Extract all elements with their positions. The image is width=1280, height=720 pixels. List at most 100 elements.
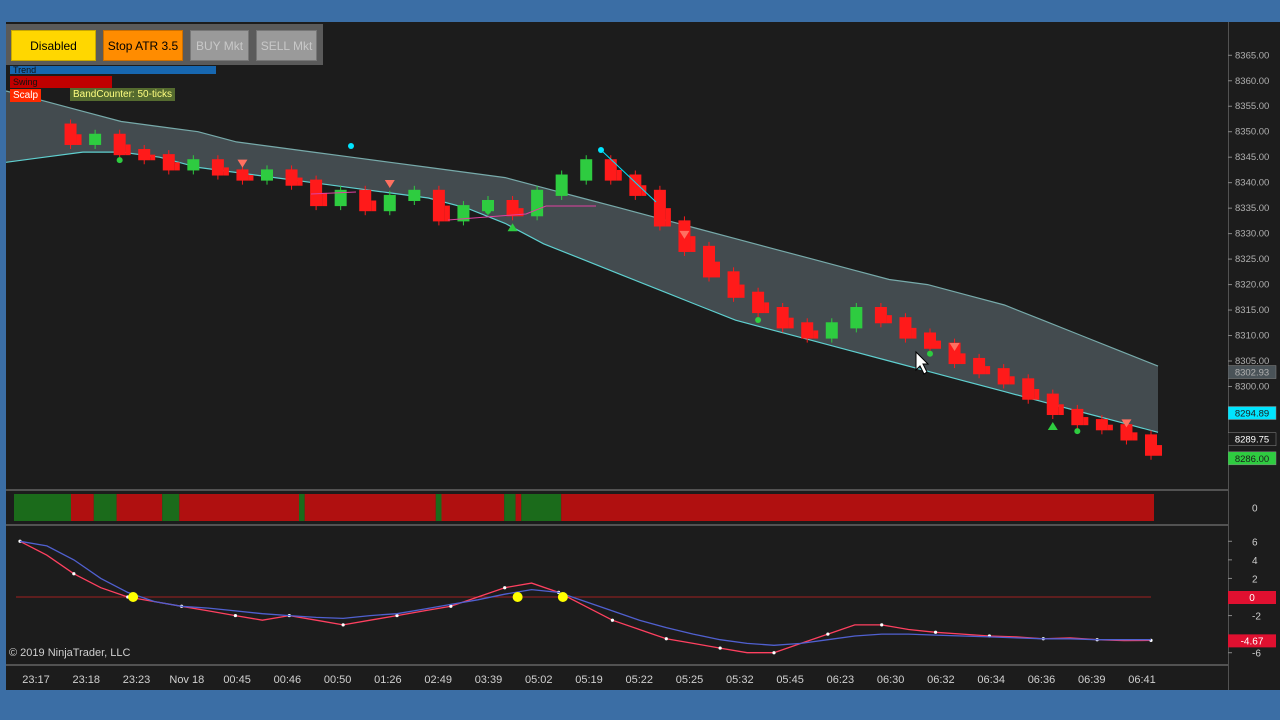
dot-marker bbox=[755, 317, 762, 324]
dot-marker bbox=[927, 350, 933, 357]
candle-bar bbox=[223, 167, 229, 176]
candle-bar bbox=[89, 133, 102, 145]
candle-bar bbox=[997, 368, 1010, 385]
candle-bar bbox=[629, 174, 642, 196]
oscillator-dot bbox=[503, 586, 507, 590]
scalp-legend: Scalp bbox=[10, 89, 42, 102]
candle-bar bbox=[727, 271, 740, 298]
candle-bar bbox=[580, 159, 593, 181]
candle-bar bbox=[985, 366, 991, 375]
candle-bar bbox=[383, 194, 396, 212]
oscillator-dot bbox=[341, 623, 345, 627]
candle-bar bbox=[776, 306, 789, 329]
candle-bar bbox=[960, 353, 966, 365]
strip-zero-label: 0 bbox=[1252, 504, 1258, 515]
time-axis-label: 23:18 bbox=[73, 674, 101, 686]
candle-bar bbox=[371, 200, 377, 212]
chart-svg[interactable]: 23:17 23:18 23:23 Nov 18 00:45 00:46 00:50 01:2… bbox=[6, 22, 1228, 690]
buy-market-button[interactable]: BUY Mkt bbox=[190, 30, 249, 61]
price-tick-label: 8330.00 bbox=[1235, 229, 1269, 240]
time-axis-label: 05:22 bbox=[626, 674, 654, 686]
candle-bar bbox=[1157, 445, 1162, 456]
candle-bar bbox=[1083, 417, 1089, 426]
candle-bar bbox=[690, 236, 696, 252]
candle-bar bbox=[248, 175, 254, 181]
oscillator-dot bbox=[718, 646, 722, 650]
trend-strip-segment bbox=[304, 494, 436, 521]
time-axis-label: 05:25 bbox=[676, 674, 704, 686]
band-counter-label: BandCounter: 50-ticks bbox=[70, 88, 175, 101]
candle-bar bbox=[616, 169, 622, 181]
oscillator-dot bbox=[826, 632, 830, 636]
chart-canvas[interactable]: 23:17 23:18 23:23 Nov 18 00:45 00:46 00:50 01:2… bbox=[6, 22, 1228, 690]
time-axis-label: 06:32 bbox=[927, 674, 955, 686]
swing-legend: Swing bbox=[10, 76, 112, 88]
price-tick-label: 8365.00 bbox=[1235, 50, 1269, 61]
oscillator-dot bbox=[610, 618, 615, 622]
candle-bar bbox=[518, 208, 524, 217]
dot-marker bbox=[1074, 428, 1081, 435]
candle-bar bbox=[1071, 408, 1084, 426]
copyright-notice: © 2019 NinjaTrader, LLC bbox=[9, 647, 131, 659]
price-tick-label: 8335.00 bbox=[1235, 203, 1269, 214]
candle-bar bbox=[64, 123, 77, 145]
time-axis-label: 00:45 bbox=[223, 674, 251, 686]
price-tick-label: 8325.00 bbox=[1235, 254, 1269, 265]
candle-bar bbox=[899, 317, 912, 339]
last-price-label: 8302.93 bbox=[1235, 368, 1269, 379]
osc-value-label: -4.67 bbox=[1241, 636, 1264, 647]
candle-bar bbox=[322, 192, 328, 207]
time-axis-label: 23:17 bbox=[22, 674, 50, 686]
price-axis[interactable]: 8365.00 8360.00 8355.00 8350.00 8345.00 8340.… bbox=[1228, 22, 1280, 690]
trend-strip-segment bbox=[71, 494, 94, 521]
candle-bar bbox=[531, 189, 544, 217]
trend-strip-segment bbox=[561, 494, 1154, 521]
candle-bar bbox=[113, 133, 126, 156]
candle-bar bbox=[973, 357, 986, 375]
time-axis-label: 06:30 bbox=[877, 674, 905, 686]
time-axis-label: 05:32 bbox=[726, 674, 754, 686]
oscillator-dot bbox=[933, 630, 938, 634]
oscillator-dot bbox=[395, 613, 399, 618]
candle-bar bbox=[138, 149, 151, 161]
candle-bar bbox=[125, 144, 131, 156]
candle-bar bbox=[432, 189, 445, 222]
oscillator-dot bbox=[72, 572, 76, 576]
cross-marker bbox=[557, 592, 568, 602]
candle-bar bbox=[739, 284, 745, 298]
candle-bar bbox=[764, 302, 770, 314]
price-tick-label: 8345.00 bbox=[1235, 152, 1269, 163]
disabled-button[interactable]: Disabled bbox=[11, 30, 96, 61]
candle-bar bbox=[874, 306, 887, 324]
price-tick-label: 8300.00 bbox=[1235, 381, 1269, 392]
band-fill bbox=[6, 91, 1158, 433]
candle-bar bbox=[911, 327, 917, 339]
trend-strip-segment bbox=[299, 494, 305, 521]
candle-bar bbox=[886, 315, 892, 324]
candle-bar bbox=[1046, 393, 1059, 416]
candle-bar bbox=[1022, 378, 1035, 400]
last-price-label: 8286.00 bbox=[1235, 454, 1269, 465]
oscillator-slow-line bbox=[19, 540, 1151, 646]
sell-market-button[interactable]: SELL Mkt bbox=[256, 30, 317, 61]
candle-bar bbox=[924, 332, 936, 349]
stop-atr-button[interactable]: Stop ATR 3.5 bbox=[103, 30, 183, 61]
price-tick-label: 8355.00 bbox=[1235, 101, 1269, 112]
candle-bar bbox=[825, 322, 838, 339]
candle-bar bbox=[1132, 432, 1138, 441]
candle-bar bbox=[653, 189, 666, 227]
candle-bar bbox=[936, 340, 941, 349]
candle-bar bbox=[1107, 424, 1113, 431]
candle-bar bbox=[752, 291, 765, 314]
time-axis-label: 03:39 bbox=[475, 674, 503, 686]
price-tick-label: 8315.00 bbox=[1235, 305, 1269, 316]
candle-bar bbox=[555, 174, 568, 196]
dot-marker bbox=[348, 143, 354, 149]
trend-strip-segment bbox=[504, 494, 516, 521]
candle-bar bbox=[187, 159, 200, 171]
oscillator-dot bbox=[880, 623, 884, 627]
window-footer bbox=[0, 690, 1280, 720]
trend-strip-segment bbox=[521, 494, 562, 521]
oscillator-dot bbox=[233, 613, 238, 618]
candle-bar bbox=[408, 189, 421, 202]
